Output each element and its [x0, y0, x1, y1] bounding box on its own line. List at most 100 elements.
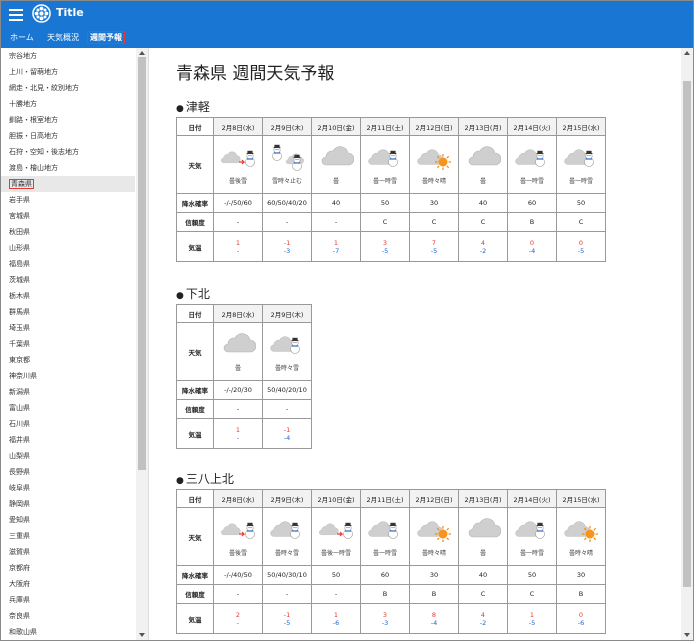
tab-overview[interactable]: 天気概況	[47, 32, 79, 43]
date-cell: 2月14日(火)	[507, 117, 557, 136]
menu-icon[interactable]	[9, 7, 23, 21]
cloudy-sunny-icon	[417, 149, 451, 170]
scroll-up-icon[interactable]	[139, 51, 145, 55]
row-reliability: 信頼度 - - - C C C B C	[176, 212, 606, 232]
temp-min: -	[236, 246, 240, 255]
region-title: ● 津軽	[176, 99, 606, 115]
rain-cell: 30	[409, 565, 459, 585]
weather-text: 雪時々止む	[271, 178, 302, 185]
reliability-cell: B	[409, 584, 459, 604]
sidebar-item[interactable]: 埼玉県	[1, 320, 135, 336]
forecast-table: 日付 2月8日(水) 2月9日(木) 2月10日(金) 2月11日(土) 2月12日(日)…	[176, 489, 606, 634]
scroll-down-icon[interactable]	[684, 633, 690, 637]
sidebar-item[interactable]: 滋賀県	[1, 544, 135, 560]
sidebar-item[interactable]: 山形県	[1, 240, 135, 256]
row-date: 日付 2月8日(水) 2月9日(木) 2月10日(金) 2月11日(土) 2月12日(日)…	[176, 489, 606, 508]
reliability-cell: -	[311, 584, 361, 604]
row-temp: 気温 1- -1 -3 1 -7 3 -5 7 -5 4 -2 0 -4 0 -5	[176, 231, 606, 262]
weather-cell: 曇	[213, 322, 263, 381]
sidebar-item[interactable]: 網走・北見・紋別地方	[1, 80, 135, 96]
sidebar-item[interactable]: 千葉県	[1, 336, 135, 352]
temp-min: -5	[528, 618, 536, 627]
sidebar-item[interactable]: 三重県	[1, 528, 135, 544]
weather-text: 曇一時雪	[372, 178, 397, 185]
sidebar-scrollbar[interactable]	[136, 48, 148, 640]
sidebar-item[interactable]: 和歌山県	[1, 624, 135, 640]
weather-cell: 曇時々雪	[262, 322, 312, 381]
temp-min: -4	[430, 618, 438, 627]
tab-home[interactable]: ホーム	[10, 32, 34, 43]
sidebar-item[interactable]: 渡島・檜山地方	[1, 160, 135, 176]
sidebar-item-label: 三重県	[9, 532, 30, 540]
sidebar-scroll-thumb[interactable]	[138, 57, 146, 470]
sidebar-item[interactable]: 岐阜県	[1, 480, 135, 496]
sidebar-item[interactable]: 静岡県	[1, 496, 135, 512]
reliability-cell: -	[262, 584, 312, 604]
date-cell: 2月11日(土)	[360, 489, 410, 508]
main-scrollbar[interactable]	[681, 48, 693, 640]
weather-cell: 曇一時雪	[507, 135, 557, 194]
cloudy-then-snow-icon	[221, 522, 255, 539]
rain-cell: 50	[507, 565, 557, 585]
sidebar-item-label: 京都府	[9, 564, 30, 572]
weather-cell: 曇後雪	[213, 135, 263, 194]
cloudy-sunny-icon	[564, 521, 598, 542]
sidebar-item[interactable]: 岩手県	[1, 192, 135, 208]
header-reliability: 信頼度	[176, 584, 214, 604]
sidebar-item[interactable]: 釧路・根室地方	[1, 112, 135, 128]
sidebar-item[interactable]: 宗谷地方	[1, 48, 135, 64]
sidebar-item[interactable]: 東京都	[1, 352, 135, 368]
reliability-cell: -	[213, 399, 263, 419]
sidebar-item[interactable]: 栃木県	[1, 288, 135, 304]
temp-max: 0	[578, 238, 584, 247]
sidebar-item[interactable]: 長野県	[1, 464, 135, 480]
temp-max: 3	[382, 610, 388, 619]
row-reliability: 信頼度 - - - B B C C B	[176, 584, 606, 604]
sidebar-item[interactable]: 宮城県	[1, 208, 135, 224]
sidebar-item[interactable]: 茨城県	[1, 272, 135, 288]
sidebar-item-label: 茨城県	[9, 276, 30, 284]
temp-min: -2	[479, 618, 487, 627]
temp-min: -6	[332, 618, 340, 627]
sidebar-item[interactable]: 愛知県	[1, 512, 135, 528]
region-section: ● 津軽 日付 2月8日(水) 2月9日(木) 2月10日(金) 2月11日(土) 2月12日…	[176, 99, 606, 262]
weather-cell: 曇後一時雪	[311, 507, 361, 566]
tab-weekly[interactable]: 週間予報	[87, 31, 125, 44]
scroll-down-icon[interactable]	[139, 633, 145, 637]
rain-cell: 40	[458, 565, 508, 585]
sidebar-item[interactable]: 奈良県	[1, 608, 135, 624]
sidebar-item[interactable]: 山梨県	[1, 448, 135, 464]
header-weather: 天気	[176, 322, 214, 381]
sidebar-item-label: 宮城県	[9, 212, 30, 220]
weather-text: 曇	[234, 365, 241, 372]
sidebar-item[interactable]: 神奈川県	[1, 368, 135, 384]
main-content: 青森県 週間天気予報 ● 津軽 日付 2月8日(水) 2月9日(木) 2月10日(金) 2月…	[150, 48, 693, 640]
date-cell: 2月12日(日)	[409, 117, 459, 136]
sidebar-item[interactable]: 兵庫県	[1, 592, 135, 608]
sidebar-item[interactable]: 福井県	[1, 432, 135, 448]
sidebar-item[interactable]: 群馬県	[1, 304, 135, 320]
row-date: 日付 2月8日(水) 2月9日(木)	[176, 304, 312, 323]
sidebar-item[interactable]: 石川県	[1, 416, 135, 432]
sidebar-item[interactable]: 秋田県	[1, 224, 135, 240]
sidebar-item[interactable]: 新潟県	[1, 384, 135, 400]
date-cell: 2月12日(日)	[409, 489, 459, 508]
rain-cell: 30	[409, 193, 459, 213]
main-scroll-thumb[interactable]	[683, 81, 691, 587]
sidebar-item[interactable]: 青森県	[1, 176, 135, 192]
weather-cell: 曇時々晴	[409, 507, 459, 566]
scroll-up-icon[interactable]	[684, 51, 690, 55]
sidebar-item[interactable]: 大阪府	[1, 576, 135, 592]
sidebar-item[interactable]: 富山県	[1, 400, 135, 416]
sidebar-item-label: 群馬県	[9, 308, 30, 316]
sidebar-item[interactable]: 京都府	[1, 560, 135, 576]
sidebar-item-label: 岐阜県	[9, 484, 30, 492]
row-weather: 天気曇 曇時々雪	[176, 322, 312, 381]
sidebar-item[interactable]: 福島県	[1, 256, 135, 272]
sidebar-item[interactable]: 上川・留萌地方	[1, 64, 135, 80]
sidebar-item-label: 十勝地方	[9, 100, 37, 108]
sidebar-item[interactable]: 胆振・日高地方	[1, 128, 135, 144]
sidebar-item[interactable]: 石狩・空知・後志地方	[1, 144, 135, 160]
sidebar-item[interactable]: 十勝地方	[1, 96, 135, 112]
reliability-cell: -	[213, 584, 263, 604]
